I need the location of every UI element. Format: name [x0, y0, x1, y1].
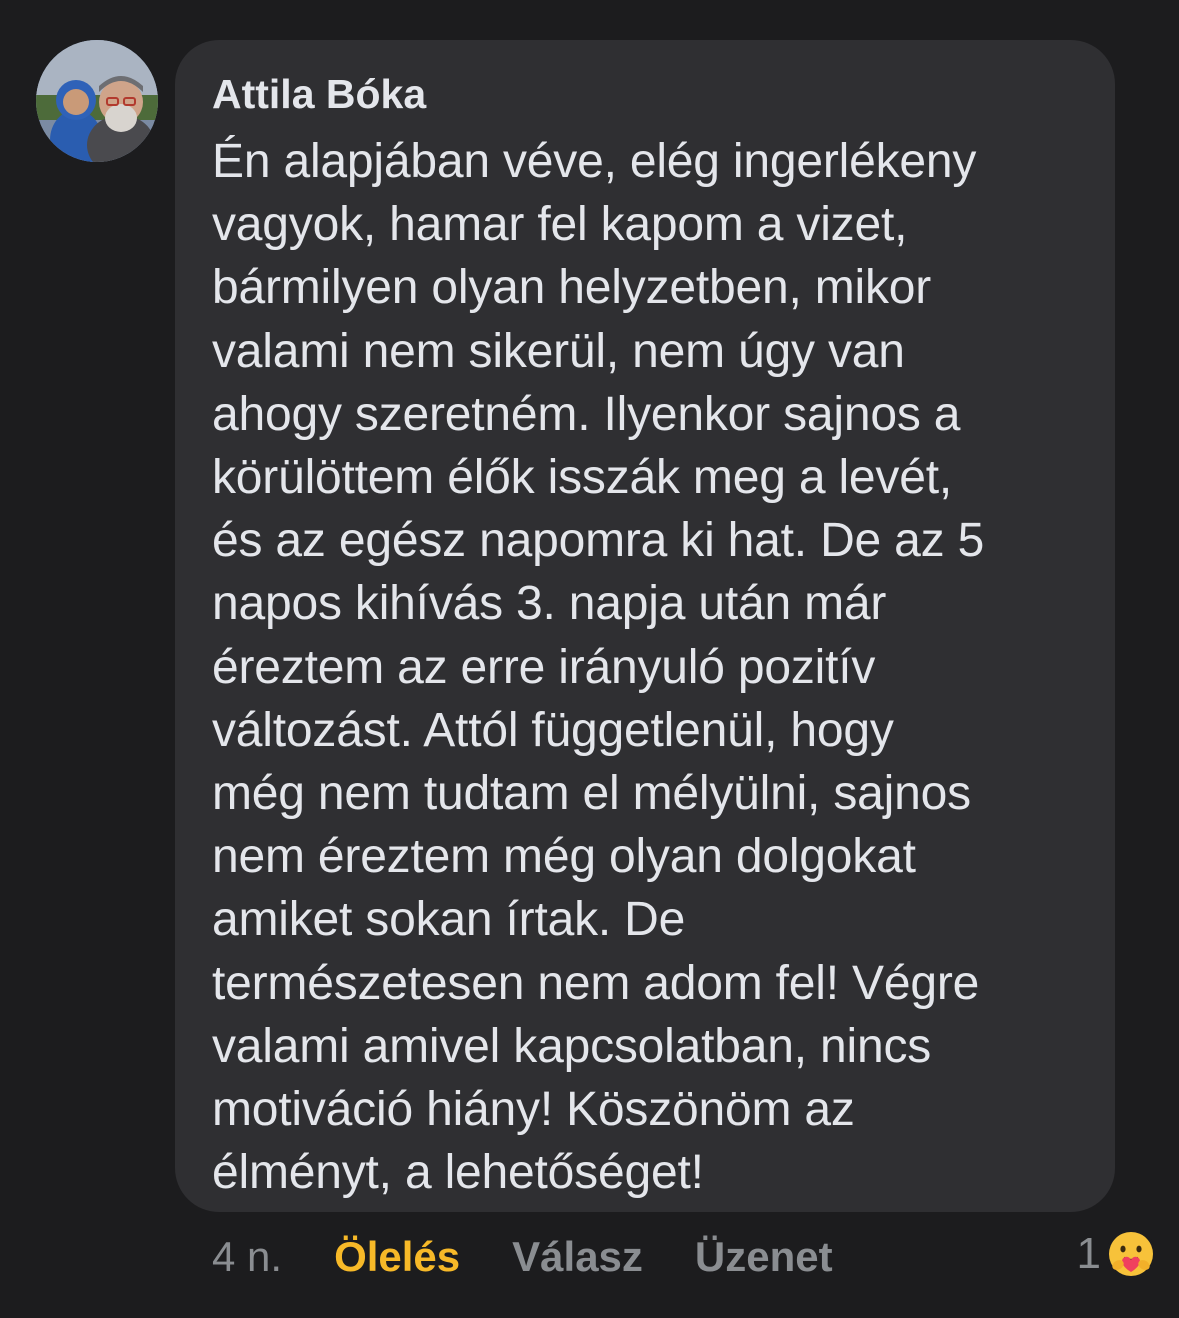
- comment-line: és az egész napomra ki hat. De az 5: [212, 514, 985, 568]
- reaction-count: 1: [1076, 1229, 1101, 1278]
- comment-line: éreztem az erre irányuló pozitív: [212, 640, 876, 694]
- comment-line: valami nem sikerül, nem úgy van: [212, 324, 905, 378]
- avatar[interactable]: [36, 40, 158, 162]
- comment-line: ahogy szeretném. Ilyenkor sajnos a: [212, 387, 961, 441]
- comment-bubble: Attila Bóka Én alapjában véve, elég inge…: [175, 40, 1115, 1212]
- comment-line: amiket sokan írtak. De: [212, 893, 686, 947]
- reaction-summary[interactable]: 1: [1077, 1226, 1157, 1282]
- reply-button[interactable]: Válasz: [512, 1233, 643, 1281]
- care-reaction-icon: [1106, 1229, 1156, 1279]
- comment-text: Én alapjában véve, elég ingerlékeny vagy…: [212, 130, 1079, 1204]
- comment-line: bármilyen olyan helyzetben, mikor: [212, 261, 932, 315]
- comment: Attila Bóka Én alapjában véve, elég inge…: [0, 0, 1179, 1318]
- comment-actions: 4 n. Ölelés Válasz Üzenet: [212, 1232, 833, 1282]
- comment-line: nem éreztem még olyan dolgokat: [212, 830, 916, 884]
- comment-line: Én alapjában véve, elég ingerlékeny: [212, 135, 977, 188]
- message-button[interactable]: Üzenet: [695, 1233, 833, 1281]
- comment-line: vagyok, hamar fel kapom a vizet,: [212, 198, 908, 252]
- comment-line: valami amivel kapcsolatban, nincs: [212, 1019, 932, 1073]
- hug-reaction-button[interactable]: Ölelés: [334, 1233, 460, 1281]
- comment-line: természetesen nem adom fel! Végre: [212, 956, 980, 1010]
- comment-author[interactable]: Attila Bóka: [212, 74, 1079, 116]
- comment-line: motiváció hiány! Köszönöm az: [212, 1083, 855, 1137]
- comment-line: változást. Attól függetlenül, hogy: [212, 703, 894, 757]
- comment-line: még nem tudtam el mélyülni, sajnos: [212, 767, 971, 821]
- comment-line: élményt, a lehetőséget!: [212, 1146, 704, 1200]
- comment-timestamp[interactable]: 4 n.: [212, 1233, 282, 1281]
- comment-line: körülöttem élők isszák meg a levét,: [212, 451, 952, 505]
- avatar-photo: [36, 40, 158, 162]
- comment-line: napos kihívás 3. napja után már: [212, 577, 887, 631]
